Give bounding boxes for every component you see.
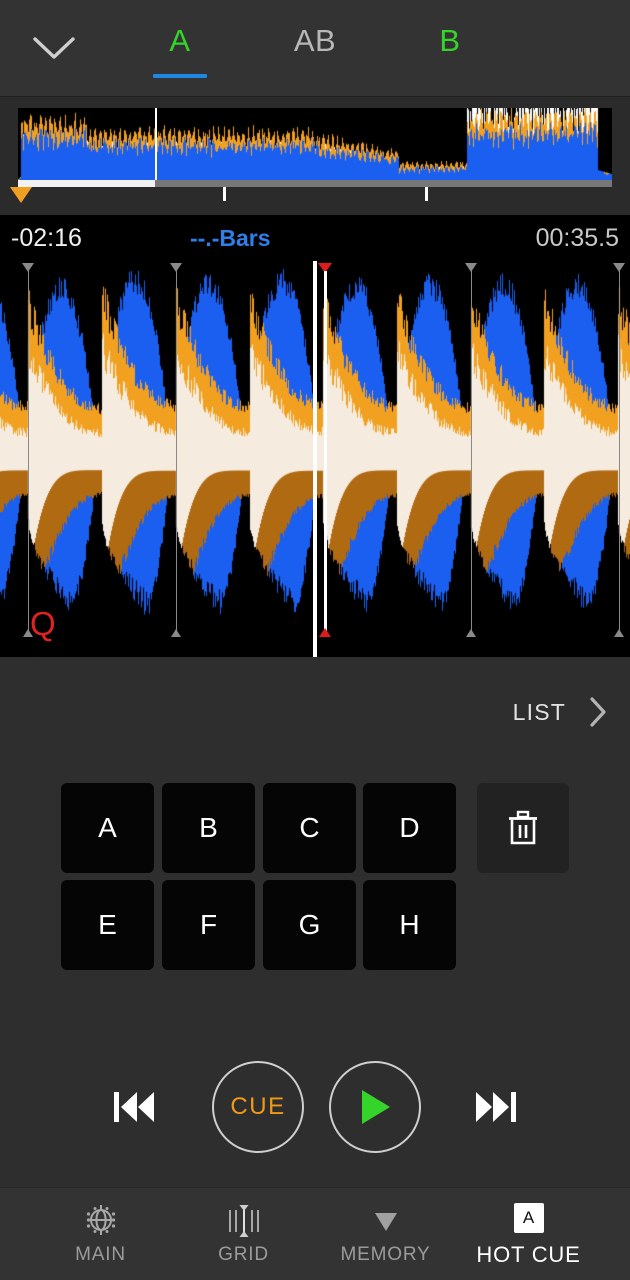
hot-cue-a-icon: A [513, 1200, 544, 1236]
chevron-down-icon[interactable] [22, 18, 86, 78]
chevron-right-icon [588, 696, 608, 728]
cue-button-label: CUE [230, 1093, 286, 1120]
waveform-playhead [313, 261, 317, 657]
tab-deck-b[interactable]: B [400, 14, 500, 68]
beat-grid-icon [225, 1202, 263, 1238]
cue-marker-stem [176, 271, 177, 637]
cue-marker-stem [471, 271, 472, 637]
hot-cue-pad-h[interactable]: H [363, 880, 456, 970]
overview-memory-tick [424, 187, 428, 201]
memory-cue-marker[interactable] [170, 263, 182, 637]
tab-deck-a[interactable]: A [130, 14, 230, 68]
list-button[interactable]: LIST [499, 687, 622, 737]
hot-cue-pad-label: E [98, 909, 117, 940]
nav-item-memory[interactable]: MEMORY [307, 1188, 464, 1280]
hot-cue-badge-letter: A [513, 1203, 544, 1233]
hot-cue-delete-button[interactable] [477, 783, 569, 873]
deck-selector-bar: A AB B [0, 0, 630, 97]
nav-label-grid: GRID [218, 1244, 269, 1265]
hot-cue-pad-e[interactable]: E [61, 880, 154, 970]
hot-cue-marker[interactable] [318, 263, 332, 637]
cue-marker-stem [324, 271, 327, 637]
time-readout-row: -02:16 --.-Bars 00:35.5 [0, 215, 630, 261]
list-button-label: LIST [512, 698, 566, 725]
elapsed-time[interactable]: 00:35.5 [536, 224, 619, 253]
overview-progress-track[interactable] [18, 180, 612, 187]
overview-waveform[interactable] [18, 108, 612, 186]
hot-cue-pad-f[interactable]: F [162, 880, 255, 970]
trash-icon [506, 809, 540, 847]
cue-marker-stem [28, 271, 29, 637]
overview-memory-tick [222, 187, 226, 201]
cue-marker-stem [619, 271, 620, 637]
hot-cue-pad-label: A [98, 812, 117, 843]
bottom-navigation-bar: MAIN GRID MEMORY A HOT CUE [0, 1187, 630, 1280]
cue-marker-caret-bottom [171, 629, 181, 637]
cue-triangle-icon [10, 187, 32, 203]
skip-previous-icon[interactable] [100, 1073, 168, 1141]
bars-readout[interactable]: --.-Bars [190, 225, 271, 252]
nav-item-main[interactable]: MAIN [22, 1188, 179, 1280]
play-icon [358, 1088, 392, 1126]
remaining-time[interactable]: -02:16 [11, 224, 82, 253]
hot-cue-pad-label: F [199, 909, 218, 940]
memory-cue-icon [367, 1202, 405, 1238]
tab-deck-ab[interactable]: AB [255, 14, 375, 68]
nav-item-hot-cue[interactable]: A HOT CUE [450, 1188, 607, 1280]
overview-waveform-panel[interactable] [0, 97, 630, 215]
memory-cue-marker[interactable] [465, 263, 477, 637]
main-waveform[interactable]: Q [0, 261, 630, 657]
nav-label-hot-cue: HOT CUE [476, 1242, 581, 1267]
hot-cue-pad-b[interactable]: B [162, 783, 255, 873]
list-row: LIST [0, 657, 630, 767]
cue-button[interactable]: CUE [212, 1061, 304, 1153]
dj-player-screen: A AB B -02:16 --.-Bars 00:35.5 Q LIST A … [0, 0, 630, 1280]
nav-item-grid[interactable]: GRID [165, 1188, 322, 1280]
cue-marker-caret-bottom [614, 629, 624, 637]
cue-q-label: Q [30, 605, 56, 642]
transport-controls: CUE [0, 1045, 630, 1170]
hot-cue-pad-g[interactable]: G [263, 880, 356, 970]
overview-playhead [154, 108, 157, 180]
hot-cue-pad-c[interactable]: C [263, 783, 356, 873]
overview-progress-fill [18, 180, 155, 187]
hot-cue-pad-label: C [299, 812, 320, 843]
nav-label-main: MAIN [75, 1244, 126, 1265]
play-button[interactable] [329, 1061, 421, 1153]
hot-cue-pad-d[interactable]: D [363, 783, 456, 873]
nav-label-memory: MEMORY [340, 1244, 431, 1265]
memory-cue-marker[interactable] [22, 263, 34, 637]
overview-waveform-canvas[interactable] [18, 108, 612, 186]
hot-cue-pad-label: G [298, 909, 321, 940]
active-tab-underline [153, 74, 207, 78]
memory-cue-marker[interactable] [613, 263, 625, 637]
hot-cue-pad-label: B [199, 812, 218, 843]
hot-cue-pad-grid: A B C D E F G H [0, 767, 630, 1017]
hot-cue-pad-label: D [399, 812, 420, 843]
cue-marker-caret-bottom [319, 628, 331, 637]
globe-main-icon [82, 1202, 120, 1238]
skip-next-icon[interactable] [462, 1073, 530, 1141]
hot-cue-pad-a[interactable]: A [61, 783, 154, 873]
hot-cue-pad-label: H [399, 909, 420, 940]
cue-marker-caret-bottom [466, 629, 476, 637]
